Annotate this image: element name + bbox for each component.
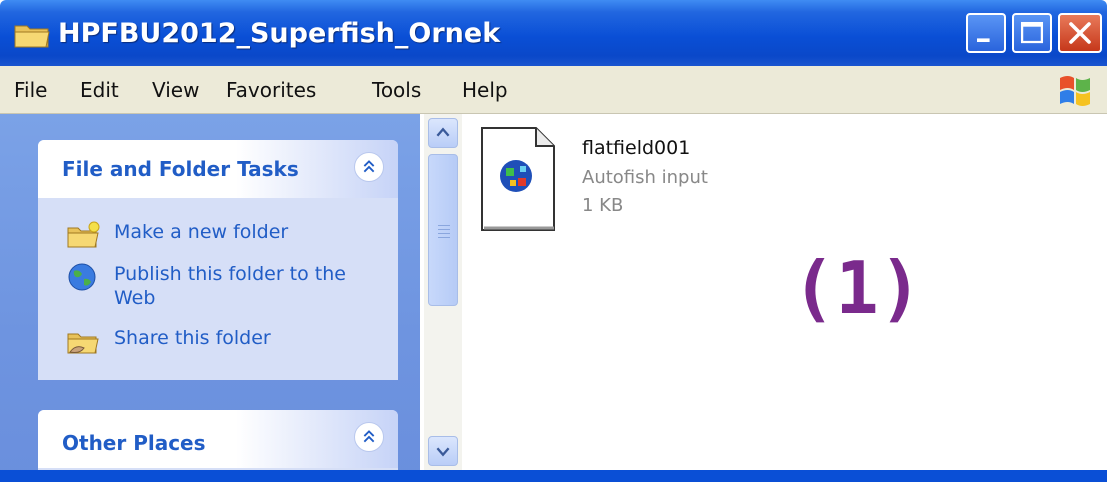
file-type: Autofish input <box>582 167 708 188</box>
task-label: Publish this folder to the Web <box>114 263 346 309</box>
arrow-up-icon <box>436 127 450 137</box>
maximize-button[interactable] <box>1012 13 1052 53</box>
file-folder-tasks-panel: File and Folder Tasks Make a new folder <box>38 140 398 380</box>
arrow-down-icon <box>436 447 450 457</box>
vertical-scrollbar[interactable] <box>424 114 462 470</box>
other-places-header[interactable]: Other Places <box>38 410 398 468</box>
close-button[interactable] <box>1058 13 1102 53</box>
menu-favorites[interactable]: Favorites <box>226 76 316 104</box>
maximize-icon <box>1020 21 1044 44</box>
menu-file[interactable]: File <box>14 76 47 104</box>
file-list-area[interactable]: flatfield001 Autofish input 1 KB (1) <box>462 114 1107 470</box>
minimize-icon <box>977 38 990 42</box>
windows-logo-icon <box>1060 76 1090 106</box>
file-folder-tasks-header[interactable]: File and Folder Tasks <box>38 140 398 198</box>
task-pane: File and Folder Tasks Make a new folder <box>0 114 420 482</box>
folder-icon <box>14 25 50 48</box>
task-label: Share this folder <box>114 327 271 349</box>
grip-line <box>438 233 450 234</box>
menu-edit[interactable]: Edit <box>80 76 119 104</box>
task-label: Make a new folder <box>114 221 289 243</box>
scroll-thumb[interactable] <box>428 154 458 306</box>
title-bar[interactable]: HPFBU2012_Superfish_Ornek <box>0 0 1107 66</box>
globe-icon <box>68 263 96 291</box>
file-name: flatfield001 <box>582 137 691 159</box>
collapse-button[interactable] <box>354 152 384 182</box>
file-size: 1 KB <box>582 195 624 216</box>
chevron-up-icon <box>363 160 375 173</box>
task-share-folder[interactable]: Share this folder <box>66 326 386 356</box>
menu-tools[interactable]: Tools <box>372 76 421 104</box>
share-folder-icon <box>67 333 99 354</box>
scroll-down-button[interactable] <box>428 436 458 466</box>
grip-line <box>438 229 450 230</box>
grip-line <box>438 225 450 226</box>
file-item[interactable]: flatfield001 Autofish input 1 KB <box>480 124 780 244</box>
grip-line <box>438 237 450 238</box>
minimize-button[interactable] <box>966 13 1006 53</box>
collapse-button[interactable] <box>354 422 384 452</box>
annotation-label: (1) <box>792 246 923 330</box>
new-folder-icon <box>67 221 100 248</box>
scroll-up-button[interactable] <box>428 118 458 148</box>
window-bottom-border <box>0 470 1107 482</box>
menu-bar: File Edit View Favorites Tools Help <box>0 66 1107 114</box>
close-icon <box>1069 22 1091 44</box>
task-make-new-folder[interactable]: Make a new folder <box>66 220 386 250</box>
chevron-up-icon <box>363 430 375 443</box>
menu-view[interactable]: View <box>152 76 199 104</box>
task-publish-folder[interactable]: Publish this folder to the Web <box>66 262 386 316</box>
panel-title: File and Folder Tasks <box>62 157 299 181</box>
window-title: HPFBU2012_Superfish_Ornek <box>58 18 501 49</box>
menu-help[interactable]: Help <box>462 76 508 104</box>
autofish-file-icon <box>481 127 555 231</box>
explorer-window: HPFBU2012_Superfish_Ornek File Edit View… <box>0 0 1107 482</box>
panel-title: Other Places <box>62 431 206 455</box>
